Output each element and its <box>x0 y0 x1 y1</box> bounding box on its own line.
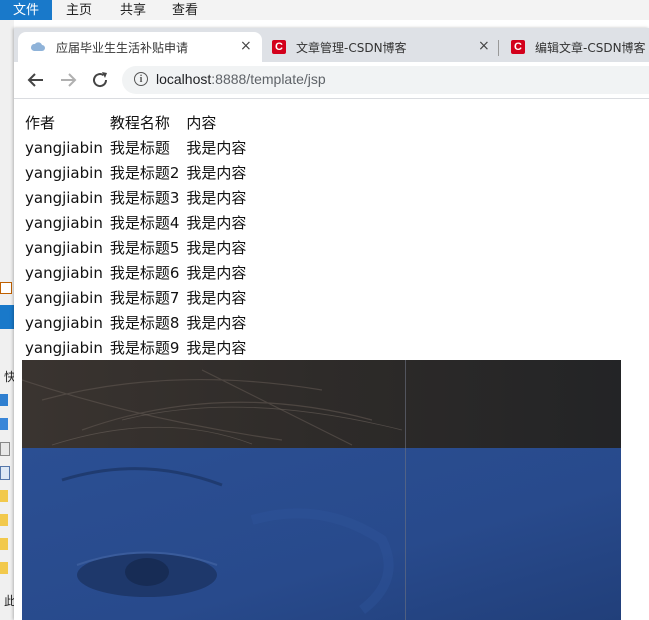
download-icon <box>0 418 8 430</box>
cell-title: 我是标题7 <box>109 289 180 307</box>
cell-content: 我是内容 <box>186 189 247 207</box>
picture-icon <box>0 466 10 480</box>
folder-icon <box>0 514 8 526</box>
explorer-nav-pane: 快 此 <box>0 20 16 620</box>
cell-content: 我是内容 <box>186 314 247 332</box>
table-row: yangjiabin 我是标题5 我是内容 <box>22 235 250 260</box>
checkbox-icon[interactable] <box>0 282 12 294</box>
tab-strip: 应届毕业生生活补贴申请 × C 文章管理-CSDN博客 × C 编辑文章-CSD… <box>14 28 649 62</box>
cell-author: yangjiabin <box>25 238 103 257</box>
ribbon-tab-home[interactable]: 主页 <box>66 0 92 22</box>
cell-title: 我是标题8 <box>109 314 180 332</box>
column-header-content: 内容 <box>186 113 217 132</box>
cell-author: yangjiabin <box>25 263 103 282</box>
table-row: yangjiabin 我是标题7 我是内容 <box>22 285 250 310</box>
ribbon-tab-view[interactable]: 查看 <box>172 0 198 22</box>
cell-title: 我是标题5 <box>109 239 180 257</box>
cell-content: 我是内容 <box>186 164 247 182</box>
cell-author: yangjiabin <box>25 188 103 207</box>
cell-content: 我是内容 <box>186 214 247 232</box>
tab-article-manage[interactable]: C 文章管理-CSDN博客 × <box>262 32 499 62</box>
cell-content: 我是内容 <box>186 289 247 307</box>
page-content: 作者 教程名称 内容 yangjiabin 我是标题 我是内容 yangjiabin… <box>14 99 649 620</box>
cell-title: 我是标题9 <box>109 339 180 357</box>
table-row: yangjiabin 我是标题6 我是内容 <box>22 260 250 285</box>
url-host: localhost <box>156 71 212 87</box>
cell-title: 我是标题6 <box>109 264 180 282</box>
tutorial-table: 作者 教程名称 内容 yangjiabin 我是标题 我是内容 yangjiabin… <box>22 109 250 360</box>
explorer-ribbon: 文件 主页 共享 查看 <box>0 0 649 20</box>
address-url: localhost:8888/template/jsp <box>156 71 326 87</box>
csdn-icon: C <box>511 40 525 54</box>
folder-icon <box>0 562 8 574</box>
browser-window: 应届毕业生生活补贴申请 × C 文章管理-CSDN博客 × C 编辑文章-CSD… <box>14 28 649 620</box>
cell-author: yangjiabin <box>25 138 103 157</box>
close-icon[interactable]: × <box>478 38 490 54</box>
folder-icon <box>0 490 8 502</box>
ribbon-tab-file[interactable]: 文件 <box>0 0 52 20</box>
tab-title: 文章管理-CSDN博客 <box>296 41 407 55</box>
cell-author: yangjiabin <box>25 213 103 232</box>
reload-icon[interactable] <box>88 68 112 92</box>
info-icon[interactable]: i <box>134 72 148 86</box>
column-header-author: 作者 <box>25 113 56 132</box>
csdn-icon: C <box>272 40 286 54</box>
table-row: yangjiabin 我是标题3 我是内容 <box>22 185 250 210</box>
table-row: yangjiabin 我是标题2 我是内容 <box>22 160 250 185</box>
close-icon[interactable]: × <box>240 38 252 54</box>
hero-image <box>22 360 621 620</box>
column-header-title: 教程名称 <box>109 113 170 132</box>
table-row: yangjiabin 我是标题 我是内容 <box>22 135 250 160</box>
cell-content: 我是内容 <box>186 239 247 257</box>
folder-icon <box>0 394 8 406</box>
tab-edit-article[interactable]: C 编辑文章-CSDN博客 <box>499 32 649 62</box>
cell-author: yangjiabin <box>25 338 103 357</box>
cloud-icon <box>30 42 45 51</box>
table-row: yangjiabin 我是标题4 我是内容 <box>22 210 250 235</box>
cell-title: 我是标题3 <box>109 189 180 207</box>
cell-content: 我是内容 <box>186 264 247 282</box>
url-path: :8888/template/jsp <box>211 71 326 87</box>
cell-title: 我是标题2 <box>109 164 180 182</box>
address-bar[interactable]: i localhost:8888/template/jsp <box>122 66 649 94</box>
hero-image-graphic <box>22 360 621 620</box>
cell-author: yangjiabin <box>25 163 103 182</box>
cell-content: 我是内容 <box>186 139 247 157</box>
tab-title: 应届毕业生生活补贴申请 <box>56 41 189 55</box>
table-row: yangjiabin 我是标题9 我是内容 <box>22 335 250 360</box>
tab-title: 编辑文章-CSDN博客 <box>535 41 646 55</box>
tab-subsidy[interactable]: 应届毕业生生活补贴申请 × <box>18 32 262 62</box>
cell-title: 我是标题4 <box>109 214 180 232</box>
ribbon-tab-share[interactable]: 共享 <box>120 0 146 22</box>
table-header-row: 作者 教程名称 内容 <box>22 109 250 135</box>
document-icon <box>0 442 10 456</box>
selected-item-highlight <box>0 305 14 329</box>
browser-toolbar: i localhost:8888/template/jsp <box>14 62 649 99</box>
cell-author: yangjiabin <box>25 288 103 307</box>
cell-content: 我是内容 <box>186 339 247 357</box>
back-arrow-icon[interactable] <box>24 68 48 92</box>
cell-author: yangjiabin <box>25 313 103 332</box>
folder-icon <box>0 538 8 550</box>
cell-title: 我是标题 <box>109 139 170 157</box>
forward-arrow-icon[interactable] <box>56 68 80 92</box>
table-row: yangjiabin 我是标题8 我是内容 <box>22 310 250 335</box>
